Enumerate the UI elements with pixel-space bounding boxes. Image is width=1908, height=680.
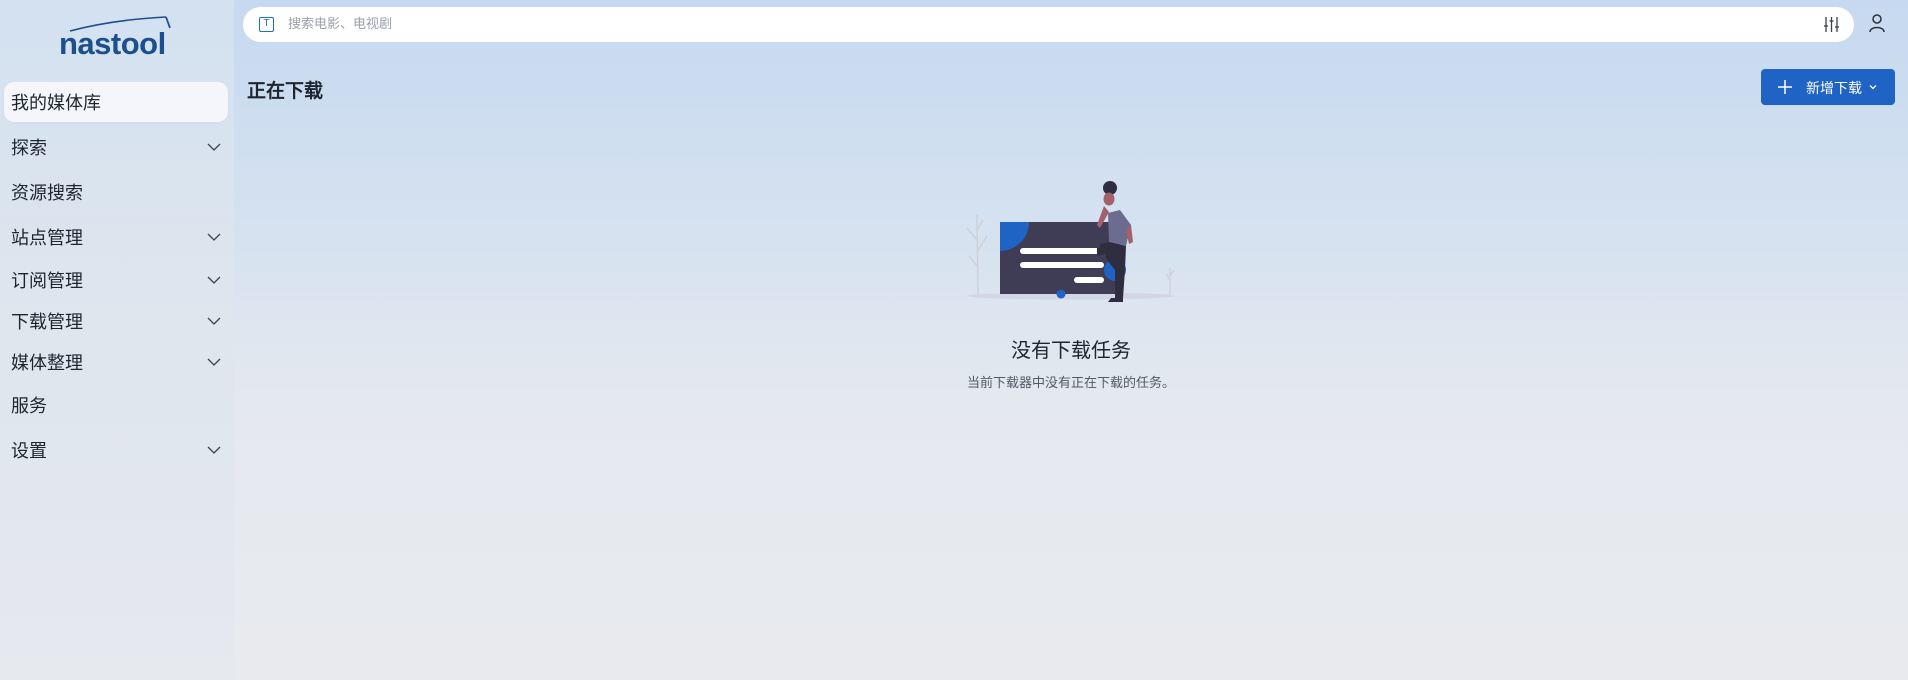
chevron-down-icon [207,358,221,366]
sidebar-nav: 我的媒体库 探索 资源搜索 站点管理 订阅管理 下载管理 媒体整理 服务 设置 [0,82,234,475]
page-title: 正在下载 [247,80,324,102]
search-input[interactable] [288,13,1788,36]
chevron-down-icon [207,317,221,325]
sidebar-item-label: 订阅管理 [11,271,83,292]
sidebar-item-download-management[interactable]: 下载管理 [4,303,228,339]
sidebar-item-label: 我的媒体库 [11,93,101,114]
sidebar-item-media-organize[interactable]: 媒体整理 [4,344,228,380]
empty-state-title: 没有下载任务 [1011,338,1131,362]
user-icon[interactable] [1868,13,1886,33]
sidebar-item-label: 服务 [11,396,47,417]
search-type-icon[interactable]: T [259,17,274,32]
sidebar-item-label: 媒体整理 [11,353,83,374]
chevron-down-icon [1869,85,1877,90]
nastool-logo[interactable]: nastool [56,14,176,61]
plus-icon [1778,80,1792,94]
chevron-down-icon [207,143,221,151]
sidebar-item-media-library[interactable]: 我的媒体库 [4,82,228,122]
sidebar-item-label: 站点管理 [11,228,83,249]
sidebar-item-site-management[interactable]: 站点管理 [4,217,228,257]
search-bar: T [243,7,1854,42]
logo-text: nastool [59,26,166,61]
sidebar-item-services[interactable]: 服务 [4,385,228,425]
empty-state-illustration [966,181,1175,302]
chevron-down-icon [207,446,221,454]
chevron-down-icon [207,276,221,284]
sidebar-item-explore[interactable]: 探索 [4,127,228,167]
chevron-down-icon [207,233,221,241]
sidebar-item-label: 资源搜索 [11,183,83,204]
new-download-label: 新增下载 [1806,81,1862,97]
sidebar-item-resource-search[interactable]: 资源搜索 [4,172,228,212]
new-download-button[interactable]: 新增下载 [1761,69,1895,105]
sidebar-item-label: 下载管理 [11,312,83,333]
empty-state-subtitle: 当前下载器中没有正在下载的任务。 [966,376,1175,391]
sidebar: nastool 我的媒体库 探索 资源搜索 站点管理 订阅管理 下载管理 媒体整… [0,0,234,680]
sliders-icon[interactable] [1823,16,1840,33]
sidebar-item-subscription-management[interactable]: 订阅管理 [4,262,228,298]
sidebar-item-label: 设置 [11,441,47,462]
sidebar-item-label: 探索 [11,138,47,159]
sidebar-item-settings[interactable]: 设置 [4,430,228,470]
empty-state: 没有下载任务 当前下载器中没有正在下载的任务。 [234,334,1908,391]
